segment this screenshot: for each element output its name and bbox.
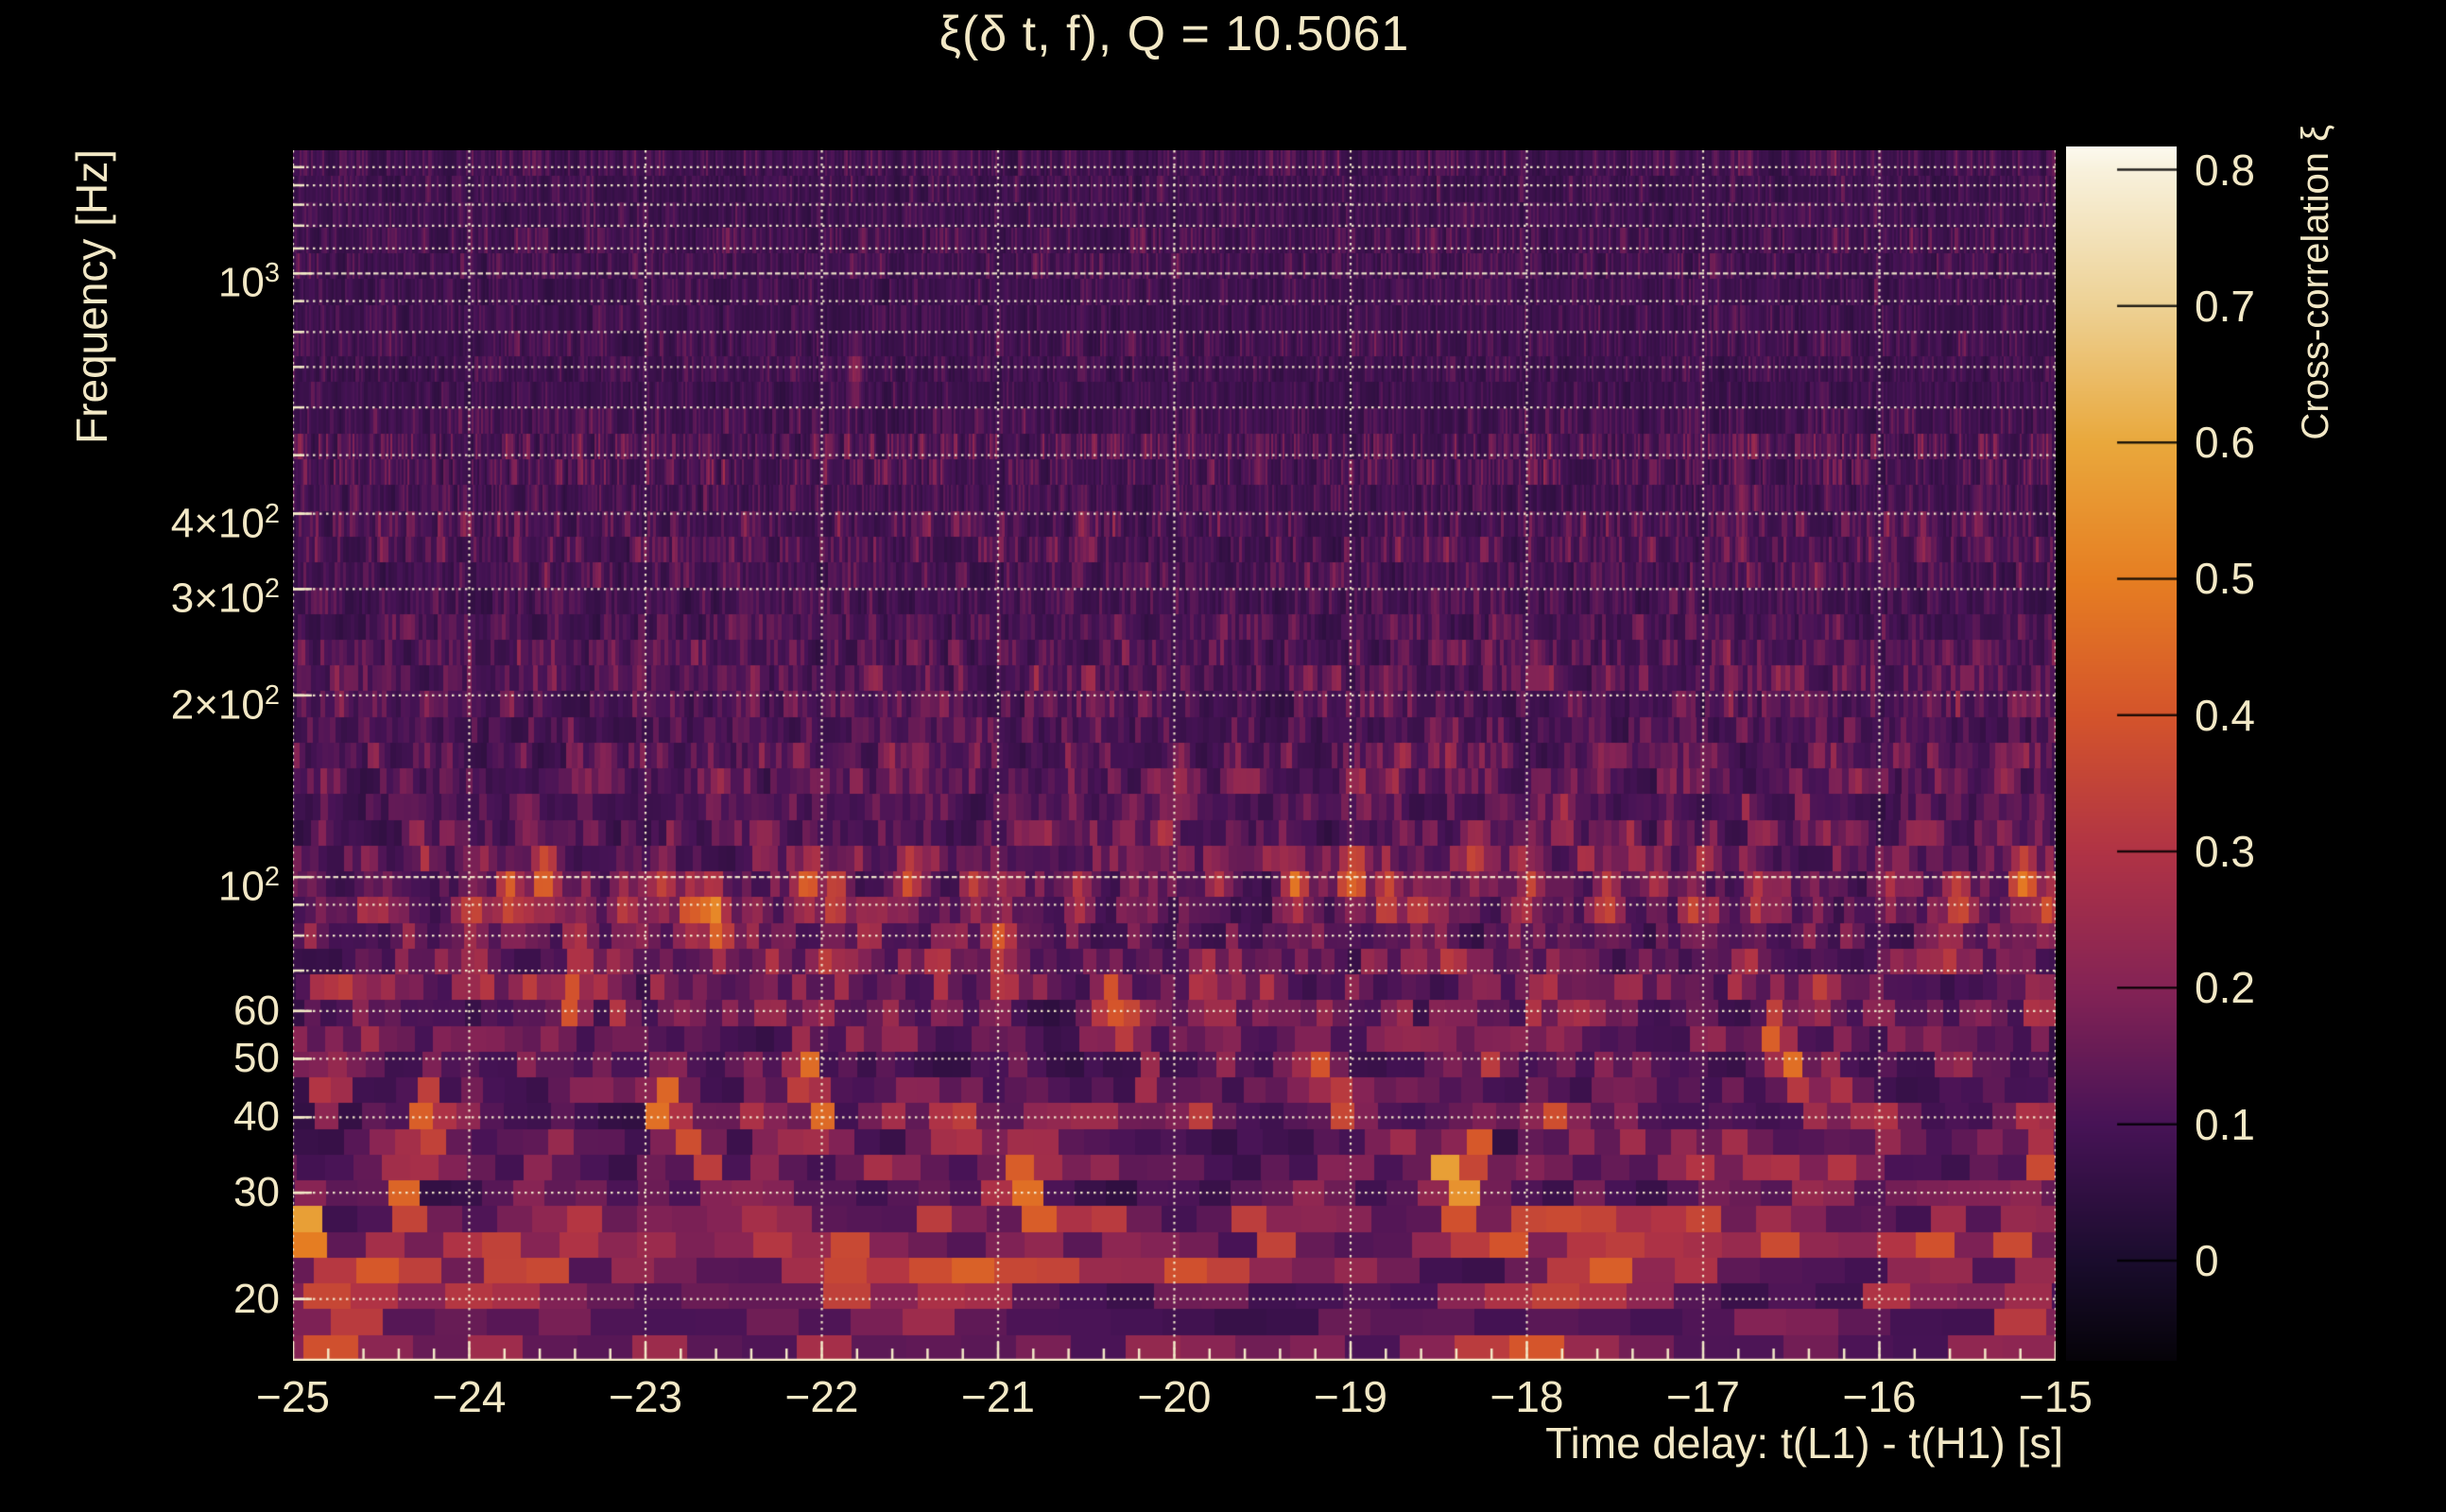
x-tick-label: −20 <box>1137 1372 1212 1421</box>
y-tick-label: 102 <box>217 862 280 910</box>
plot-title: ξ(δ t, f), Q = 10.5061 <box>939 7 1410 61</box>
colorbar-title: Cross-correlation ξ <box>2295 125 2336 440</box>
colorbar-canvas <box>2066 146 2177 1361</box>
colorbar-tick-label: 0.1 <box>2195 1099 2255 1149</box>
y-tick-label: 30 <box>233 1169 280 1216</box>
colorbar-tick-label: 0.4 <box>2195 690 2255 740</box>
x-tick-label: −22 <box>784 1372 859 1421</box>
colorbar-tick-label: 0.7 <box>2195 281 2255 331</box>
y-tick-label: 20 <box>233 1275 280 1322</box>
x-tick-label: −18 <box>1490 1372 1564 1421</box>
y-tick-label: 4×102 <box>170 498 280 547</box>
colorbar-tick-label: 0.8 <box>2195 145 2255 195</box>
y-tick-label: 2×102 <box>170 679 280 729</box>
colorbar-tick-label: 0.5 <box>2195 554 2255 604</box>
y-tick-label: 50 <box>233 1035 280 1082</box>
figure: ξ(δ t, f), Q = 10.5061 Time delay: t(L1)… <box>0 0 2446 1512</box>
x-axis-title: Time delay: t(L1) - t(H1) [s] <box>1545 1418 2063 1468</box>
x-tick-label: −25 <box>255 1372 331 1421</box>
x-tick-label: −15 <box>2018 1372 2093 1421</box>
colorbar-tick-label: 0.2 <box>2195 963 2255 1013</box>
colorbar-tick-label: 0 <box>2195 1235 2219 1285</box>
x-tick-label: −23 <box>608 1372 683 1421</box>
colorbar-tick-label: 0.6 <box>2195 418 2255 468</box>
x-tick-label: −16 <box>1842 1372 1917 1421</box>
x-tick-label: −17 <box>1665 1372 1741 1421</box>
y-tick-label: 40 <box>233 1093 280 1141</box>
x-tick-label: −21 <box>960 1372 1036 1421</box>
heatmap-canvas <box>293 150 2056 1361</box>
x-tick-label: −24 <box>432 1372 507 1421</box>
y-tick-label: 3×102 <box>170 574 280 623</box>
colorbar-tick-label: 0.3 <box>2195 827 2255 877</box>
y-tick-label: 103 <box>217 258 280 307</box>
x-tick-label: −19 <box>1313 1372 1388 1421</box>
